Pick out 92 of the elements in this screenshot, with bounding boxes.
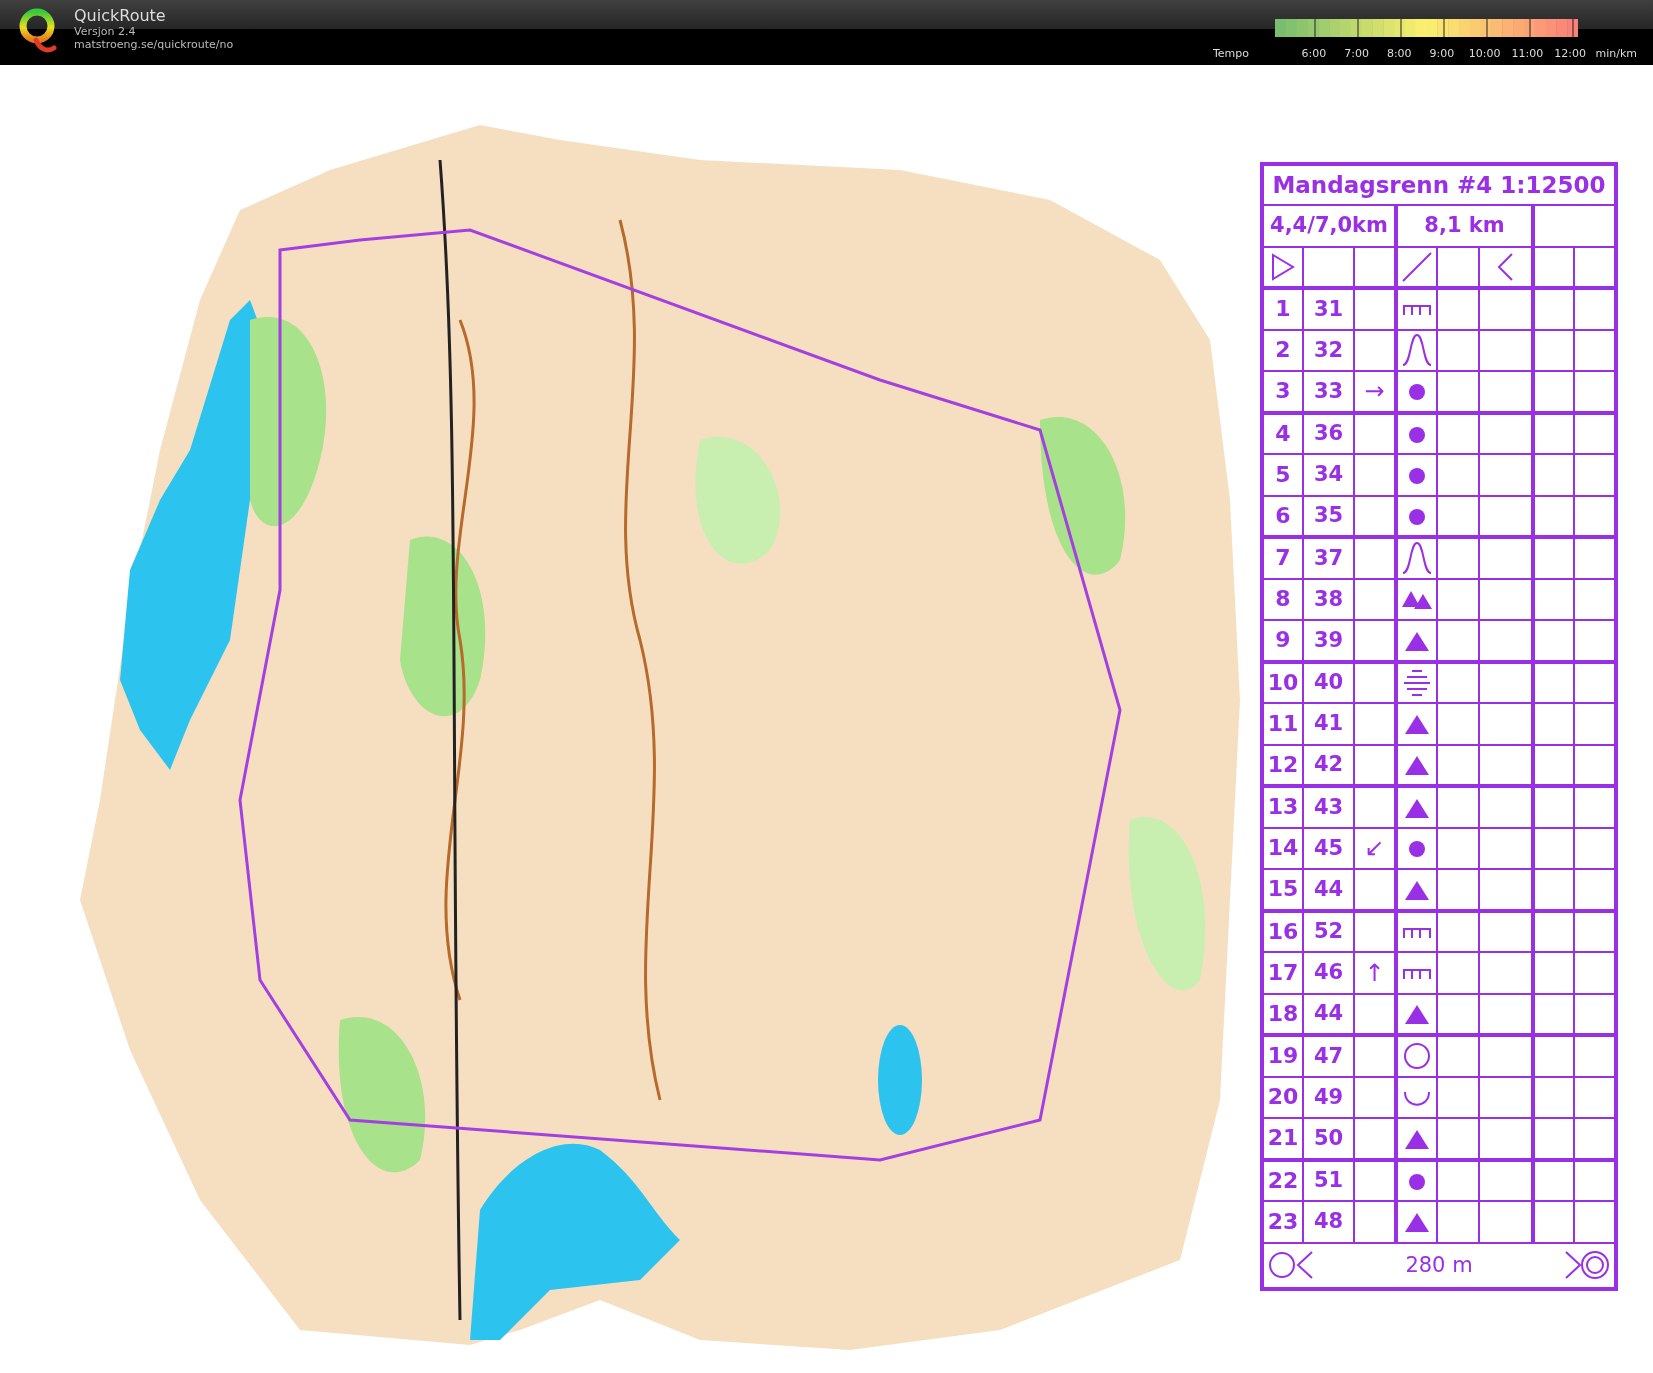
triangle-icon — [1405, 756, 1429, 776]
control-code: 51 — [1303, 1159, 1354, 1201]
angle-icon — [1497, 252, 1514, 281]
triangle-icon — [1405, 880, 1429, 900]
control-code: 43 — [1303, 786, 1354, 828]
triangle-icon — [1405, 715, 1429, 735]
app-title: QuickRoute — [74, 7, 167, 25]
control-number: 8 — [1262, 578, 1303, 620]
dot-icon — [1409, 384, 1425, 401]
control-code: 44 — [1303, 993, 1354, 1035]
control-code: 40 — [1303, 661, 1354, 703]
comb-icon — [1402, 926, 1432, 939]
dot-icon — [1409, 841, 1425, 858]
control-code: 39 — [1303, 620, 1354, 662]
tick-label: 12:00 — [1553, 46, 1587, 62]
lines-icon — [1403, 669, 1431, 696]
control-number: 12 — [1262, 744, 1303, 786]
length-text: 8,1 km — [1396, 205, 1533, 247]
control-number: 6 — [1262, 495, 1303, 537]
control-number: 7 — [1262, 537, 1303, 579]
control-code: 38 — [1303, 578, 1354, 620]
triangle-icon — [1405, 1213, 1429, 1233]
control-code: 46 — [1303, 952, 1354, 994]
triangle-icon — [1405, 1005, 1429, 1025]
control-number: 16 — [1262, 910, 1303, 952]
tick-label: 7:00 — [1343, 46, 1370, 62]
control-number: 20 — [1262, 1076, 1303, 1118]
bell-curve-icon — [1402, 542, 1432, 575]
control-code: 47 — [1303, 1035, 1354, 1077]
triangle-icon — [1405, 798, 1429, 818]
control-number: 5 — [1262, 454, 1303, 496]
comb-icon — [1402, 967, 1432, 980]
control-number: 1 — [1262, 288, 1303, 330]
dot-icon — [1409, 1173, 1425, 1190]
control-number: 18 — [1262, 993, 1303, 1035]
control-number: 22 — [1262, 1159, 1303, 1201]
control-number: 11 — [1262, 703, 1303, 745]
legend-label: Tempo — [1213, 46, 1251, 62]
app-logo — [18, 6, 58, 54]
finish-circle-icon — [1268, 1250, 1314, 1280]
control-number: 21 — [1262, 1118, 1303, 1160]
direction-arrow: ↙ — [1364, 834, 1385, 863]
control-code: 41 — [1303, 703, 1354, 745]
start-triangle-icon — [1271, 252, 1295, 281]
control-number: 23 — [1262, 1201, 1303, 1243]
tick-label: 6:00 — [1300, 46, 1328, 62]
control-code: 48 — [1303, 1201, 1354, 1243]
website-text: matstroeng.se/quickroute/no — [74, 38, 234, 51]
control-code: 31 — [1303, 288, 1354, 330]
dot-icon — [1409, 467, 1425, 484]
tick-label: 11:00 — [1510, 46, 1545, 62]
control-number: 13 — [1262, 786, 1303, 828]
cup-icon — [1404, 1090, 1430, 1106]
control-code: 52 — [1303, 910, 1354, 952]
control-number: 2 — [1262, 329, 1303, 371]
control-number: 4 — [1262, 412, 1303, 454]
control-code: 42 — [1303, 744, 1354, 786]
dot-icon — [1409, 508, 1425, 525]
control-code: 32 — [1303, 329, 1354, 371]
control-code: 34 — [1303, 454, 1354, 496]
control-code: 37 — [1303, 537, 1354, 579]
control-number: 14 — [1262, 827, 1303, 869]
finish-double-circle-icon — [1564, 1250, 1610, 1280]
control-number: 15 — [1262, 869, 1303, 911]
control-code: 33 — [1303, 371, 1354, 413]
comb-icon — [1402, 304, 1432, 317]
tick-label: 9:00 — [1428, 46, 1456, 62]
control-number: 10 — [1262, 661, 1303, 703]
control-code: 35 — [1303, 495, 1354, 537]
triangle-icon — [1405, 631, 1429, 651]
tick-label: 8:00 — [1385, 46, 1413, 62]
circle-icon — [1404, 1043, 1430, 1070]
control-number: 9 — [1262, 620, 1303, 662]
triangle-icon — [1405, 1129, 1429, 1149]
control-code: 44 — [1303, 869, 1354, 911]
control-number: 3 — [1262, 371, 1303, 413]
control-code: 45 — [1303, 827, 1354, 869]
slash-icon — [1402, 251, 1432, 282]
twin-triangles-icon — [1402, 591, 1432, 610]
dot-icon — [1409, 426, 1425, 443]
control-code: 50 — [1303, 1118, 1354, 1160]
control-number: 17 — [1262, 952, 1303, 994]
version-text: Versjon 2.4 — [74, 25, 137, 38]
direction-arrow: ↑ — [1364, 958, 1385, 987]
control-code: 49 — [1303, 1076, 1354, 1118]
unit-label: min/km — [1595, 46, 1638, 62]
tick-label: 10:00 — [1467, 46, 1502, 62]
control-code: 36 — [1303, 412, 1354, 454]
distance-text: 280 m — [1405, 1254, 1473, 1276]
control-number: 19 — [1262, 1035, 1303, 1077]
bell-curve-icon — [1402, 334, 1432, 367]
direction-arrow: → — [1364, 377, 1385, 406]
